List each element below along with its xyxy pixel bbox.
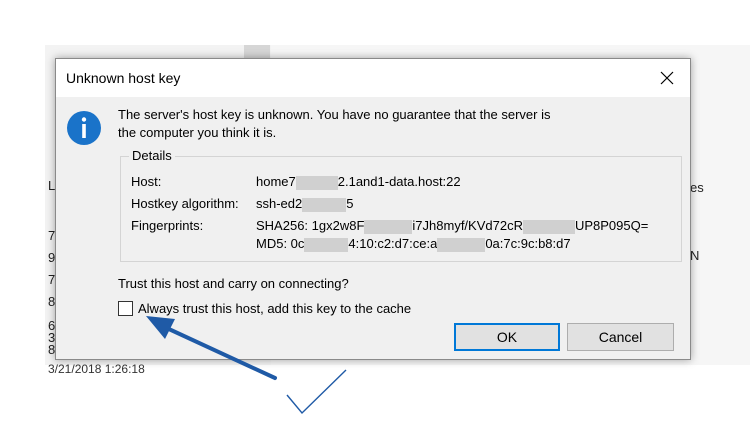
redaction xyxy=(295,175,338,190)
algorithm-label: Hostkey algorithm: xyxy=(131,196,239,211)
ok-button[interactable]: OK xyxy=(454,323,560,351)
md5-fingerprint: MD5: 0c 4:10:c2:d7:ce:a 0a:7c:9c:b8:d7 xyxy=(256,236,571,252)
trust-question: Trust this host and carry on connecting? xyxy=(118,276,349,291)
always-trust-label[interactable]: Always trust this host, add this key to … xyxy=(138,301,411,316)
redaction xyxy=(437,237,486,252)
md5-part: 0a:7c:9c:b8:d7 xyxy=(485,236,571,251)
background-text: es xyxy=(690,180,704,195)
sha256-fingerprint: SHA256: 1gx2w8F i7Jh8myf/KVd72cR UP8P095Q= xyxy=(256,218,648,234)
redaction xyxy=(302,197,347,212)
redaction xyxy=(304,237,349,252)
close-button[interactable] xyxy=(644,59,690,97)
close-icon xyxy=(660,71,674,85)
cancel-button[interactable]: Cancel xyxy=(567,323,674,351)
unknown-host-key-dialog: Unknown host key The server's host key i… xyxy=(55,58,691,360)
background-date: 3/21/2018 1:26:18 xyxy=(48,362,145,376)
sha256-part: i7Jh8myf/KVd72cR xyxy=(412,218,523,233)
fingerprints-label: Fingerprints: xyxy=(131,218,204,233)
message-line: the computer you think it is. xyxy=(118,125,277,140)
host-label: Host: xyxy=(131,174,162,189)
message-line: The server's host key is unknown. You ha… xyxy=(118,107,551,122)
always-trust-checkbox[interactable] xyxy=(118,300,133,316)
dialog-message: The server's host key is unknown. You ha… xyxy=(118,106,658,142)
dialog-title: Unknown host key xyxy=(66,70,181,86)
always-trust-checkbox-row[interactable]: Always trust this host, add this key to … xyxy=(118,299,411,317)
algorithm-value-part: 5 xyxy=(346,196,354,211)
md5-part: MD5: 0c xyxy=(256,236,305,251)
dialog-titlebar: Unknown host key xyxy=(56,59,690,97)
algorithm-value-part: ssh-ed2 xyxy=(256,196,303,211)
redaction xyxy=(522,219,575,234)
sha256-part: UP8P095Q= xyxy=(574,218,649,233)
algorithm-value: ssh-ed2 5 xyxy=(256,196,353,212)
sha256-part: SHA256: 1gx2w8F xyxy=(256,218,365,233)
details-group: Details Host: home7 2.1and1-data.host:22 … xyxy=(120,148,682,262)
background-text: N xyxy=(690,248,700,263)
host-value-part: home7 xyxy=(256,174,296,189)
redaction xyxy=(364,219,413,234)
host-value-part: 2.1and1-data.host:22 xyxy=(337,174,461,189)
info-icon xyxy=(67,111,101,145)
md5-part: 4:10:c2:d7:ce:a xyxy=(348,236,438,251)
host-value: home7 2.1and1-data.host:22 xyxy=(256,174,461,190)
details-legend: Details xyxy=(129,148,175,163)
